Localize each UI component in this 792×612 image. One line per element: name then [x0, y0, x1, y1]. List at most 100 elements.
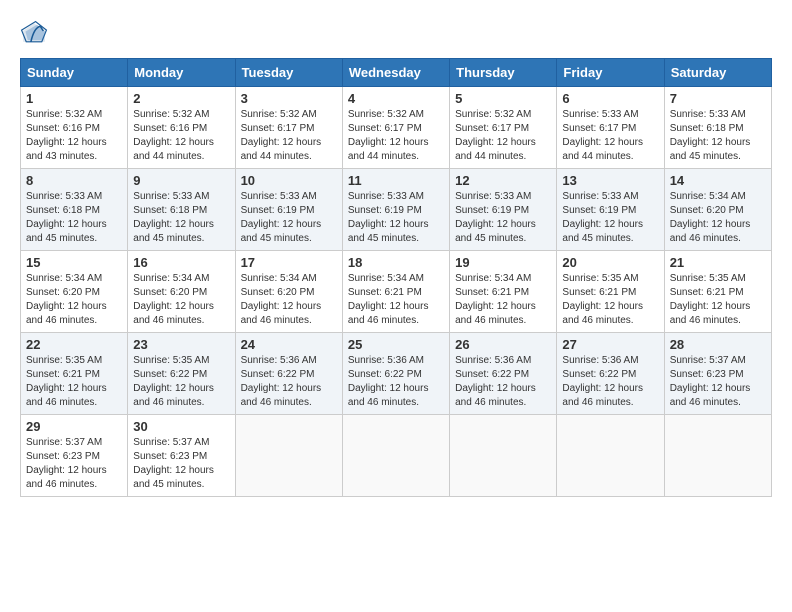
weekday-header: Sunday [21, 59, 128, 87]
header [20, 20, 772, 48]
day-number: 29 [26, 419, 122, 434]
day-info: Sunrise: 5:34 AM Sunset: 6:21 PM Dayligh… [455, 272, 551, 328]
day-info: Sunrise: 5:33 AM Sunset: 6:19 PM Dayligh… [562, 190, 658, 246]
calendar-day-cell: 19 Sunrise: 5:34 AM Sunset: 6:21 PM Dayl… [450, 251, 557, 333]
calendar-day-cell: 16 Sunrise: 5:34 AM Sunset: 6:20 PM Dayl… [128, 251, 235, 333]
calendar-day-cell: 13 Sunrise: 5:33 AM Sunset: 6:19 PM Dayl… [557, 169, 664, 251]
calendar-day-cell: 20 Sunrise: 5:35 AM Sunset: 6:21 PM Dayl… [557, 251, 664, 333]
day-info: Sunrise: 5:36 AM Sunset: 6:22 PM Dayligh… [455, 354, 551, 410]
calendar-week-row: 15 Sunrise: 5:34 AM Sunset: 6:20 PM Dayl… [21, 251, 772, 333]
day-info: Sunrise: 5:35 AM Sunset: 6:21 PM Dayligh… [670, 272, 766, 328]
calendar-day-cell: 11 Sunrise: 5:33 AM Sunset: 6:19 PM Dayl… [342, 169, 449, 251]
calendar-day-cell: 17 Sunrise: 5:34 AM Sunset: 6:20 PM Dayl… [235, 251, 342, 333]
day-number: 5 [455, 91, 551, 106]
calendar-empty-cell [450, 415, 557, 497]
calendar-day-cell: 29 Sunrise: 5:37 AM Sunset: 6:23 PM Dayl… [21, 415, 128, 497]
calendar-day-cell: 23 Sunrise: 5:35 AM Sunset: 6:22 PM Dayl… [128, 333, 235, 415]
day-number: 28 [670, 337, 766, 352]
calendar-day-cell: 3 Sunrise: 5:32 AM Sunset: 6:17 PM Dayli… [235, 87, 342, 169]
day-info: Sunrise: 5:33 AM Sunset: 6:17 PM Dayligh… [562, 108, 658, 164]
day-number: 2 [133, 91, 229, 106]
calendar-empty-cell [342, 415, 449, 497]
calendar-empty-cell [664, 415, 771, 497]
day-number: 14 [670, 173, 766, 188]
weekday-header: Tuesday [235, 59, 342, 87]
calendar-day-cell: 9 Sunrise: 5:33 AM Sunset: 6:18 PM Dayli… [128, 169, 235, 251]
logo-icon [20, 20, 48, 48]
day-number: 20 [562, 255, 658, 270]
day-info: Sunrise: 5:34 AM Sunset: 6:20 PM Dayligh… [133, 272, 229, 328]
calendar-day-cell: 1 Sunrise: 5:32 AM Sunset: 6:16 PM Dayli… [21, 87, 128, 169]
day-info: Sunrise: 5:34 AM Sunset: 6:21 PM Dayligh… [348, 272, 444, 328]
weekday-header: Monday [128, 59, 235, 87]
day-info: Sunrise: 5:33 AM Sunset: 6:19 PM Dayligh… [455, 190, 551, 246]
day-number: 12 [455, 173, 551, 188]
day-number: 21 [670, 255, 766, 270]
calendar-day-cell: 28 Sunrise: 5:37 AM Sunset: 6:23 PM Dayl… [664, 333, 771, 415]
day-number: 6 [562, 91, 658, 106]
weekday-header: Friday [557, 59, 664, 87]
day-number: 9 [133, 173, 229, 188]
day-number: 18 [348, 255, 444, 270]
day-info: Sunrise: 5:33 AM Sunset: 6:19 PM Dayligh… [348, 190, 444, 246]
calendar-day-cell: 27 Sunrise: 5:36 AM Sunset: 6:22 PM Dayl… [557, 333, 664, 415]
day-info: Sunrise: 5:35 AM Sunset: 6:22 PM Dayligh… [133, 354, 229, 410]
day-info: Sunrise: 5:32 AM Sunset: 6:17 PM Dayligh… [241, 108, 337, 164]
day-number: 16 [133, 255, 229, 270]
day-info: Sunrise: 5:37 AM Sunset: 6:23 PM Dayligh… [26, 436, 122, 492]
calendar-day-cell: 6 Sunrise: 5:33 AM Sunset: 6:17 PM Dayli… [557, 87, 664, 169]
day-number: 13 [562, 173, 658, 188]
calendar-header-row: SundayMondayTuesdayWednesdayThursdayFrid… [21, 59, 772, 87]
day-info: Sunrise: 5:34 AM Sunset: 6:20 PM Dayligh… [241, 272, 337, 328]
day-info: Sunrise: 5:35 AM Sunset: 6:21 PM Dayligh… [26, 354, 122, 410]
calendar-day-cell: 18 Sunrise: 5:34 AM Sunset: 6:21 PM Dayl… [342, 251, 449, 333]
day-number: 26 [455, 337, 551, 352]
day-info: Sunrise: 5:33 AM Sunset: 6:18 PM Dayligh… [670, 108, 766, 164]
calendar-day-cell: 8 Sunrise: 5:33 AM Sunset: 6:18 PM Dayli… [21, 169, 128, 251]
day-number: 7 [670, 91, 766, 106]
day-number: 8 [26, 173, 122, 188]
day-number: 25 [348, 337, 444, 352]
calendar: SundayMondayTuesdayWednesdayThursdayFrid… [20, 58, 772, 497]
day-number: 17 [241, 255, 337, 270]
day-number: 27 [562, 337, 658, 352]
calendar-day-cell: 15 Sunrise: 5:34 AM Sunset: 6:20 PM Dayl… [21, 251, 128, 333]
day-number: 11 [348, 173, 444, 188]
weekday-header: Thursday [450, 59, 557, 87]
calendar-day-cell: 24 Sunrise: 5:36 AM Sunset: 6:22 PM Dayl… [235, 333, 342, 415]
calendar-day-cell: 12 Sunrise: 5:33 AM Sunset: 6:19 PM Dayl… [450, 169, 557, 251]
day-info: Sunrise: 5:33 AM Sunset: 6:18 PM Dayligh… [133, 190, 229, 246]
calendar-day-cell: 2 Sunrise: 5:32 AM Sunset: 6:16 PM Dayli… [128, 87, 235, 169]
day-number: 19 [455, 255, 551, 270]
day-info: Sunrise: 5:32 AM Sunset: 6:17 PM Dayligh… [348, 108, 444, 164]
weekday-header: Wednesday [342, 59, 449, 87]
day-info: Sunrise: 5:32 AM Sunset: 6:17 PM Dayligh… [455, 108, 551, 164]
day-info: Sunrise: 5:36 AM Sunset: 6:22 PM Dayligh… [562, 354, 658, 410]
day-info: Sunrise: 5:37 AM Sunset: 6:23 PM Dayligh… [133, 436, 229, 492]
calendar-empty-cell [235, 415, 342, 497]
day-info: Sunrise: 5:32 AM Sunset: 6:16 PM Dayligh… [26, 108, 122, 164]
calendar-day-cell: 26 Sunrise: 5:36 AM Sunset: 6:22 PM Dayl… [450, 333, 557, 415]
day-number: 3 [241, 91, 337, 106]
logo [20, 20, 52, 48]
calendar-week-row: 22 Sunrise: 5:35 AM Sunset: 6:21 PM Dayl… [21, 333, 772, 415]
day-info: Sunrise: 5:36 AM Sunset: 6:22 PM Dayligh… [241, 354, 337, 410]
day-number: 10 [241, 173, 337, 188]
weekday-header: Saturday [664, 59, 771, 87]
day-info: Sunrise: 5:35 AM Sunset: 6:21 PM Dayligh… [562, 272, 658, 328]
calendar-day-cell: 7 Sunrise: 5:33 AM Sunset: 6:18 PM Dayli… [664, 87, 771, 169]
day-info: Sunrise: 5:33 AM Sunset: 6:19 PM Dayligh… [241, 190, 337, 246]
calendar-week-row: 1 Sunrise: 5:32 AM Sunset: 6:16 PM Dayli… [21, 87, 772, 169]
day-info: Sunrise: 5:32 AM Sunset: 6:16 PM Dayligh… [133, 108, 229, 164]
day-info: Sunrise: 5:36 AM Sunset: 6:22 PM Dayligh… [348, 354, 444, 410]
day-number: 30 [133, 419, 229, 434]
calendar-day-cell: 21 Sunrise: 5:35 AM Sunset: 6:21 PM Dayl… [664, 251, 771, 333]
day-number: 4 [348, 91, 444, 106]
calendar-day-cell: 30 Sunrise: 5:37 AM Sunset: 6:23 PM Dayl… [128, 415, 235, 497]
calendar-week-row: 8 Sunrise: 5:33 AM Sunset: 6:18 PM Dayli… [21, 169, 772, 251]
day-number: 1 [26, 91, 122, 106]
day-info: Sunrise: 5:37 AM Sunset: 6:23 PM Dayligh… [670, 354, 766, 410]
day-number: 23 [133, 337, 229, 352]
day-number: 22 [26, 337, 122, 352]
day-info: Sunrise: 5:33 AM Sunset: 6:18 PM Dayligh… [26, 190, 122, 246]
